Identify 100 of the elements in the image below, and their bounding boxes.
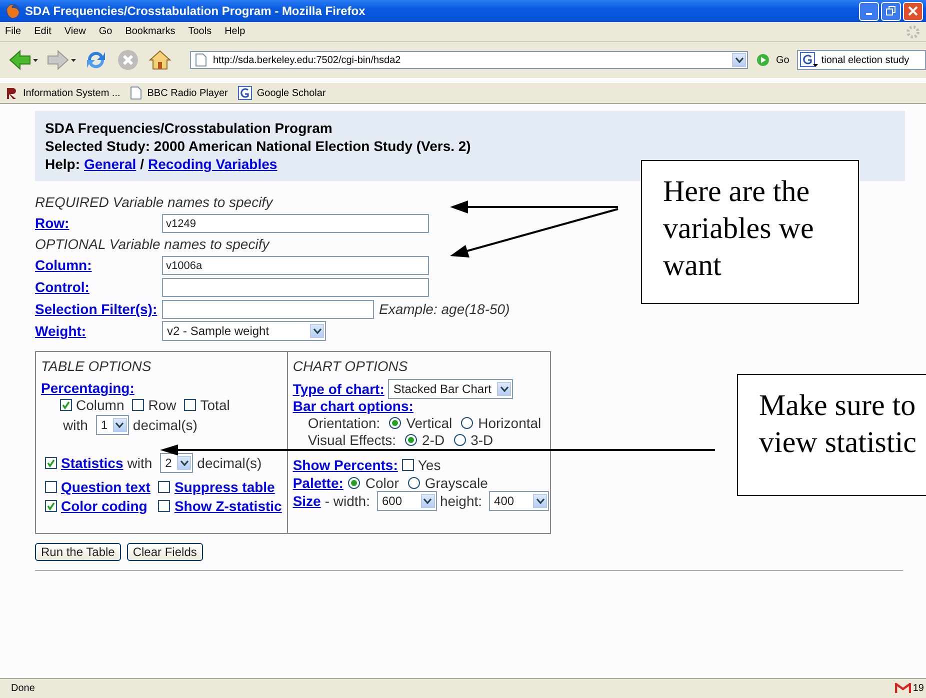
checkbox[interactable] [45, 500, 57, 512]
radio-label: Color [365, 475, 399, 491]
option-link[interactable]: Color coding [61, 498, 148, 514]
field-label-link[interactable]: Weight: [35, 323, 162, 339]
field-label-link[interactable]: Control: [35, 279, 162, 295]
option-link[interactable]: Type of chart: [292, 381, 384, 397]
radio-button[interactable] [454, 434, 466, 446]
menu-item[interactable]: Bookmarks [125, 26, 176, 37]
radio-label: 3-D [470, 432, 494, 448]
go-button[interactable]: Go [752, 53, 794, 67]
menu-item[interactable]: Help [224, 26, 246, 37]
help-link[interactable]: General [84, 156, 136, 172]
radio-label: Grayscale [424, 475, 488, 491]
dropdown-icon[interactable] [732, 53, 746, 67]
status-text: Done [11, 683, 35, 694]
option-link[interactable]: Size [292, 493, 321, 509]
variable-input[interactable]: v1249 [162, 214, 429, 232]
option-link[interactable]: Show Percents: [292, 457, 398, 473]
checkbox[interactable] [132, 399, 144, 411]
address-field[interactable]: http://sda.berkeley.edu:7502/cgi-bin/hsda2 [190, 51, 748, 69]
width-label: - width: [324, 493, 370, 509]
study-title: Selected Study: 2000 American National Election Study (Vers. 2) [45, 138, 472, 154]
filter-input[interactable] [162, 300, 374, 318]
checkbox-label: Column [76, 397, 124, 413]
checkbox[interactable] [45, 457, 57, 469]
help-link[interactable]: Recoding Variables [148, 156, 278, 172]
menu-item[interactable]: File [5, 26, 22, 37]
radio-button[interactable] [405, 434, 418, 446]
search-engine-icon [238, 86, 252, 100]
help-label: Help: [45, 156, 80, 172]
home-button[interactable] [146, 48, 174, 72]
option-link[interactable]: Percentaging: [41, 380, 134, 396]
decimals-select[interactable]: 1 [96, 415, 129, 435]
field-label-link[interactable]: Column: [35, 257, 162, 273]
caret-icon [180, 460, 189, 466]
section-caption: OPTIONAL Variable names to specify [35, 235, 270, 254]
option-link[interactable]: Statistics [61, 455, 124, 471]
menu-item[interactable]: Tools [188, 26, 212, 37]
section-caption: REQUIRED Variable names to specify [35, 193, 273, 212]
radio-button[interactable] [348, 477, 360, 489]
minimize-icon [866, 13, 872, 15]
maximize-button[interactable] [881, 2, 901, 20]
example-hint: Example: age(18-50) [379, 301, 510, 317]
checkbox[interactable] [158, 500, 170, 512]
menu-item[interactable]: Go [98, 26, 112, 37]
caret-icon [536, 498, 545, 504]
option-link[interactable]: Palette: [292, 475, 344, 491]
callout-box: Make sure to view statistic [737, 374, 926, 496]
option-link[interactable]: Bar chart options: [292, 398, 414, 414]
section-title: CHART OPTIONS [292, 358, 409, 374]
weight-select[interactable]: v2 - Sample weight [162, 321, 326, 341]
checkbox[interactable] [402, 459, 414, 471]
height-select[interactable]: 400 [489, 491, 550, 511]
throbber-icon [905, 24, 921, 40]
chart-type-select[interactable]: Stacked Bar Chart [388, 379, 514, 399]
caret-icon [500, 386, 509, 392]
radio-button[interactable] [461, 416, 474, 428]
field-label-link[interactable]: Row: [35, 215, 162, 231]
height-label: height: [440, 493, 482, 509]
checkbox[interactable] [45, 480, 57, 492]
option-link[interactable]: Show Z-statistic [174, 498, 282, 514]
bookmark-item[interactable]: BBC Radio Player [130, 86, 228, 100]
bookmark-item[interactable]: Information System ... [6, 86, 120, 100]
checkbox[interactable] [184, 399, 196, 411]
radio-label: Horizontal [478, 414, 542, 430]
menu-item[interactable]: Edit [34, 26, 52, 37]
checkbox-label: Yes [418, 457, 441, 473]
form-button[interactable]: Run the Table [35, 543, 121, 561]
radio-button[interactable] [408, 477, 420, 489]
radio-group-label: Visual Effects: [308, 432, 396, 448]
radio-group-label: Orientation: [308, 414, 380, 430]
menu-item[interactable]: View [64, 26, 86, 37]
minimize-button[interactable] [859, 2, 879, 20]
form-button[interactable]: Clear Fields [126, 543, 203, 561]
variable-input[interactable] [162, 278, 429, 296]
option-link[interactable]: Suppress table [174, 478, 275, 494]
radio-label: Vertical [406, 414, 452, 430]
decimals-label: decimal(s) [132, 417, 198, 433]
option-link[interactable]: Question text [61, 478, 150, 494]
checkbox-label: Total [200, 397, 230, 413]
decimals-select[interactable]: 2 [160, 453, 194, 473]
search-engine-icon[interactable] [800, 52, 818, 68]
mail-count: 19 [912, 683, 924, 694]
search-field[interactable]: tional election study [797, 50, 926, 70]
width-select[interactable]: 600 [376, 491, 437, 511]
variable-input[interactable]: v1006a [162, 256, 429, 274]
caret-icon [312, 328, 322, 334]
program-title: SDA Frequencies/Crosstabulation Program [45, 120, 334, 136]
close-icon [908, 6, 918, 16]
checkbox-label: Row [148, 397, 176, 413]
close-button[interactable] [903, 2, 923, 20]
bookmark-item[interactable]: Google Scholar [238, 86, 326, 100]
radio-button[interactable] [389, 416, 402, 428]
field-label-link[interactable]: Selection Filter(s): [35, 301, 162, 317]
caret-icon [423, 498, 432, 504]
checkbox[interactable] [60, 399, 72, 411]
play-icon [756, 53, 770, 67]
with-label: with [63, 417, 88, 433]
checkbox[interactable] [158, 480, 170, 492]
mail-icon[interactable] [894, 683, 911, 694]
